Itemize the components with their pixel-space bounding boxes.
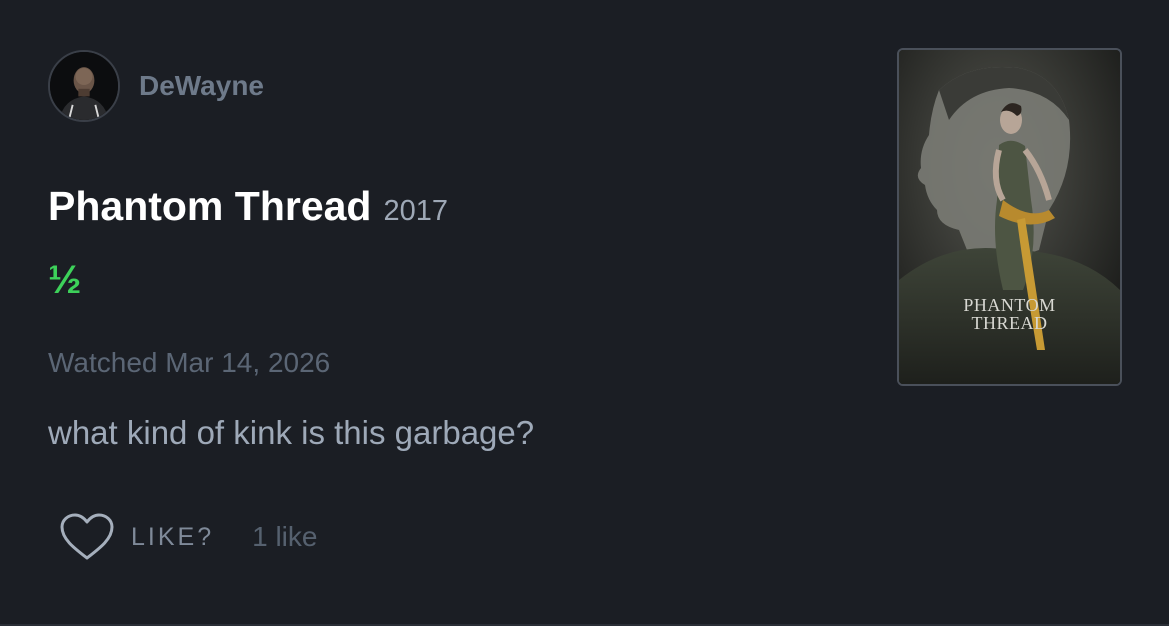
watched-date: Watched Mar 14, 2026 <box>48 347 331 378</box>
poster-title-line-1: PHANTOM <box>963 295 1056 315</box>
like-button[interactable]: LIKE? <box>131 523 214 552</box>
author-username[interactable]: DeWayne <box>139 70 264 102</box>
avatar[interactable] <box>48 50 120 122</box>
poster-artwork <box>899 50 1120 384</box>
poster-title-line-2: THREAD <box>971 313 1048 333</box>
like-bar: LIKE? 1 like <box>58 512 317 562</box>
review-body: what kind of kink is this garbage? <box>48 414 535 451</box>
review-card: DeWayne Phantom Thread 2017 ½ Watched Mar… <box>0 0 1169 626</box>
like-count[interactable]: 1 like <box>252 521 317 553</box>
heart-outline-icon[interactable] <box>58 512 116 562</box>
film-title[interactable]: Phantom Thread <box>48 183 371 229</box>
star-rating: ½ <box>48 258 82 302</box>
poster-title: PHANTOM THREAD <box>899 296 1120 332</box>
review-author[interactable]: DeWayne <box>48 50 264 122</box>
film-heading: Phantom Thread 2017 <box>48 183 448 230</box>
film-year[interactable]: 2017 <box>383 195 448 227</box>
film-poster[interactable]: PHANTOM THREAD <box>897 48 1122 386</box>
